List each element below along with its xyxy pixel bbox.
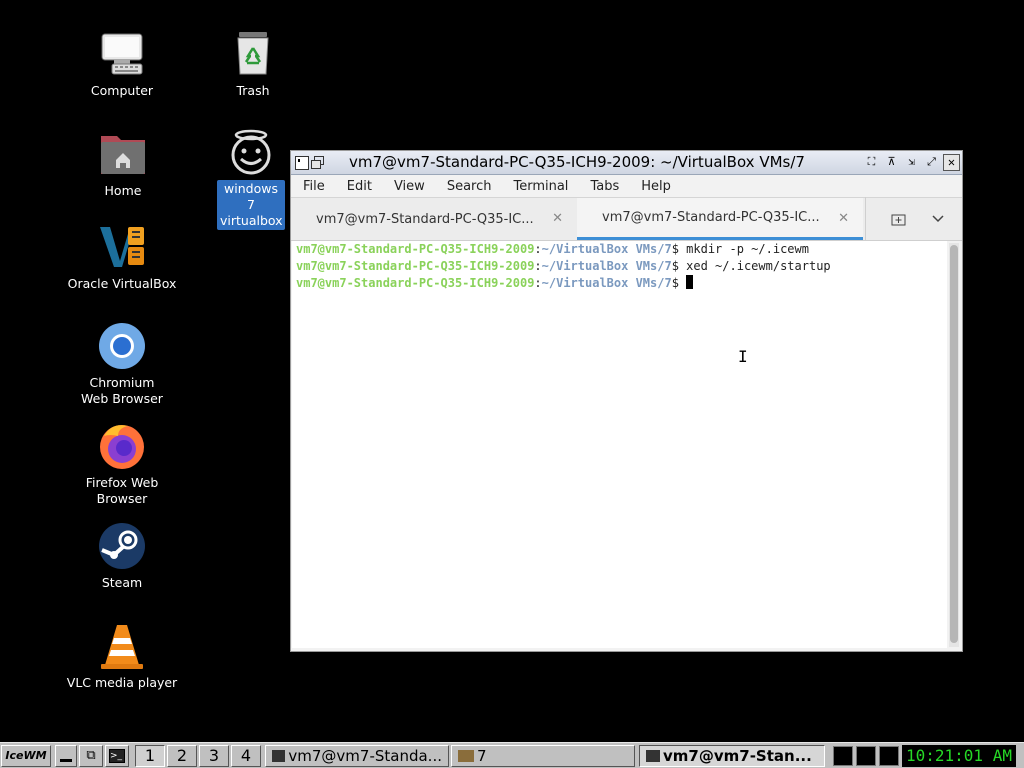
desktop-icon-chromium[interactable]: Chromium Web Browser <box>62 322 182 408</box>
network-monitor <box>879 745 899 766</box>
terminal-output[interactable]: vm7@vm7-Standard-PC-Q35-ICH9-2009:~/Virt… <box>292 241 947 648</box>
minimize-button[interactable]: ⇲ <box>903 154 920 171</box>
rollup-button[interactable]: ⊼ <box>883 154 900 171</box>
window-titlebar[interactable]: vm7@vm7-Standard-PC-Q35-ICH9-2009: ~/Vir… <box>291 151 962 175</box>
tab-label: vm7@vm7-Standard-PC-Q35-IC... <box>316 211 534 227</box>
minimize-all-icon <box>60 759 72 762</box>
windows-icon: ⧉ <box>86 748 96 763</box>
taskbar-task-terminal-active[interactable]: vm7@vm7-Stan... <box>639 744 825 767</box>
trash-icon <box>229 30 277 78</box>
desktop-icon-label: Computer <box>90 83 154 98</box>
close-button[interactable]: ✕ <box>943 154 960 171</box>
smiley-halo-icon <box>227 128 275 176</box>
clock[interactable]: 10:21:01 AM <box>902 744 1016 767</box>
desktop-icon-label: VLC media player <box>66 675 178 690</box>
prompt-path: ~/VirtualBox VMs/7 <box>541 276 672 290</box>
desktop-icon-computer[interactable]: Computer <box>62 30 182 100</box>
ibeam-cursor-icon: I <box>738 347 748 366</box>
menu-view[interactable]: View <box>383 179 436 194</box>
terminal-icon <box>646 749 660 762</box>
menu-edit[interactable]: Edit <box>336 179 383 194</box>
desktop-icon-oracle-virtualbox[interactable]: Oracle VirtualBox <box>62 223 182 293</box>
desktop-icon-label: Home <box>104 183 142 198</box>
memory-monitor <box>856 745 876 766</box>
desktop-icon-label: Chromium Web Browser <box>81 375 163 406</box>
chevron-down-icon[interactable] <box>924 197 952 241</box>
taskbar: IceWM ⧉ >_ 1 2 3 4 vm7@vm7-Standa... 7 v… <box>0 742 1024 768</box>
desktop-icon-label: Oracle VirtualBox <box>67 276 177 291</box>
fullscreen-button[interactable]: ⛶ <box>863 154 880 171</box>
folder-icon <box>458 749 474 762</box>
steam-icon <box>98 522 146 570</box>
menu-search[interactable]: Search <box>436 179 503 194</box>
terminal-line: vm7@vm7-Standard-PC-Q35-ICH9-2009:~/Virt… <box>296 242 809 256</box>
prompt-user-host: vm7@vm7-Standard-PC-Q35-ICH9-2009 <box>296 259 535 273</box>
text-cursor <box>686 275 694 289</box>
terminal-window[interactable]: vm7@vm7-Standard-PC-Q35-ICH9-2009: ~/Vir… <box>290 150 963 652</box>
desktop-icon-label: Trash <box>236 83 270 98</box>
command-text: mkdir -p ~/.icewm <box>686 242 809 256</box>
desktop-icon-firefox[interactable]: Firefox Web Browser <box>62 422 182 508</box>
cpu-monitor <box>833 745 853 766</box>
menu-terminal[interactable]: Terminal <box>502 179 579 194</box>
prompt-path: ~/VirtualBox VMs/7 <box>541 259 672 273</box>
firefox-icon <box>98 422 146 470</box>
window-list-button[interactable]: ⧉ <box>79 744 103 767</box>
restore-icon[interactable] <box>311 155 325 170</box>
desktop-icon-home[interactable]: Home <box>63 130 183 200</box>
start-menu-button[interactable]: IceWM <box>1 744 51 767</box>
show-desktop-button[interactable] <box>55 744 77 767</box>
terminal-tab-2[interactable]: vm7@vm7-Standard-PC-Q35-IC... ✕ <box>577 198 863 240</box>
menubar: File Edit View Search Terminal Tabs Help <box>291 175 962 197</box>
window-menu-icon[interactable] <box>295 155 309 170</box>
terminal-tab-1[interactable]: vm7@vm7-Standard-PC-Q35-IC... ✕ <box>291 198 577 240</box>
workspace-3[interactable]: 3 <box>199 744 229 767</box>
window-title: vm7@vm7-Standard-PC-Q35-ICH9-2009: ~/Vir… <box>349 153 805 171</box>
tab-bar: vm7@vm7-Standard-PC-Q35-IC... ✕ vm7@vm7-… <box>291 197 962 241</box>
terminal-icon <box>272 749 286 762</box>
new-tab-icon[interactable] <box>884 197 914 241</box>
taskbar-task-folder[interactable]: 7 <box>451 744 635 767</box>
menu-help[interactable]: Help <box>630 179 682 194</box>
terminal-launcher-button[interactable]: >_ <box>105 744 129 767</box>
tab-close-icon[interactable]: ✕ <box>552 211 563 226</box>
terminal-line: vm7@vm7-Standard-PC-Q35-ICH9-2009:~/Virt… <box>296 275 947 292</box>
desktop-icon-trash[interactable]: Trash <box>193 30 313 100</box>
menu-tabs[interactable]: Tabs <box>579 179 630 194</box>
workspace-4[interactable]: 4 <box>231 744 261 767</box>
tab-label: vm7@vm7-Standard-PC-Q35-IC... <box>602 210 820 225</box>
desktop-icon-label: windows 7 virtualbox <box>217 180 285 230</box>
workspace-2[interactable]: 2 <box>167 744 197 767</box>
desktop-icon-vlc[interactable]: VLC media player <box>62 622 182 692</box>
chromium-icon <box>98 322 146 370</box>
menu-file[interactable]: File <box>291 179 336 194</box>
workspace-1[interactable]: 1 <box>135 744 165 767</box>
desktop-icon-label: Steam <box>101 575 143 590</box>
scrollbar-thumb[interactable] <box>950 245 958 643</box>
scrollbar[interactable] <box>949 243 959 647</box>
prompt-user-host: vm7@vm7-Standard-PC-Q35-ICH9-2009 <box>296 276 535 290</box>
desktop-icon-label: Firefox Web Browser <box>85 475 159 506</box>
prompt-user-host: vm7@vm7-Standard-PC-Q35-ICH9-2009 <box>296 242 535 256</box>
task-label: 7 <box>477 746 487 765</box>
task-label: vm7@vm7-Standa... <box>288 746 442 765</box>
command-text: xed ~/.icewm/startup <box>686 259 831 273</box>
virtualbox-icon <box>98 223 146 271</box>
computer-icon <box>98 30 146 78</box>
terminal-icon: >_ <box>109 748 125 763</box>
desktop-icon-steam[interactable]: Steam <box>62 522 182 592</box>
tab-close-icon[interactable]: ✕ <box>838 211 849 226</box>
maximize-button[interactable]: ⤢ <box>923 154 940 171</box>
divider <box>865 197 866 241</box>
terminal-line: vm7@vm7-Standard-PC-Q35-ICH9-2009:~/Virt… <box>296 259 831 273</box>
prompt-path: ~/VirtualBox VMs/7 <box>541 242 672 256</box>
taskbar-task-terminal[interactable]: vm7@vm7-Standa... <box>265 744 449 767</box>
task-label: vm7@vm7-Stan... <box>663 746 812 765</box>
vlc-cone-icon <box>98 622 146 670</box>
home-folder-icon <box>99 130 147 178</box>
icewm-logo: IceWM <box>5 749 47 762</box>
